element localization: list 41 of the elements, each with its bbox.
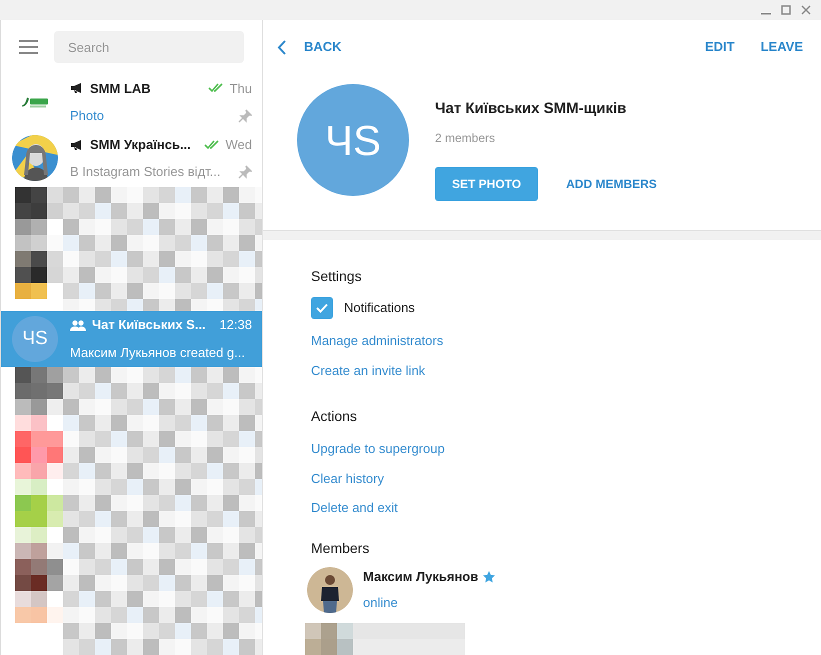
maximize-icon[interactable]: [781, 5, 791, 15]
chat-preview: Максим Лукьянов created g...: [70, 344, 245, 362]
action-link[interactable]: Clear history: [311, 468, 384, 488]
member-count: 2 members: [435, 130, 496, 146]
search-field[interactable]: Search: [54, 31, 244, 63]
chat-time: Thu: [230, 80, 252, 98]
chat-time: Wed: [226, 136, 252, 154]
back-button[interactable]: BACK: [277, 37, 342, 57]
section-title: Settings: [311, 267, 363, 286]
add-members-button[interactable]: ADD MEMBERS: [566, 174, 657, 192]
close-icon[interactable]: [801, 5, 811, 15]
member-status: online: [363, 594, 399, 612]
group-avatar: ЧS: [297, 84, 409, 196]
chat-name: Чат Київських S...: [92, 316, 206, 334]
menu-icon[interactable]: [19, 40, 38, 54]
member-name: Максим Лукьянов: [363, 568, 478, 586]
section-title: Actions: [311, 407, 358, 426]
megaphone-icon: [70, 138, 84, 151]
chat-time: 12:38: [219, 316, 252, 334]
member-avatar: [307, 566, 353, 612]
header-action[interactable]: LEAVE: [756, 37, 807, 57]
action-link[interactable]: Upgrade to supergroup: [311, 439, 445, 458]
group-icon: [70, 320, 86, 331]
megaphone-icon: [70, 82, 84, 94]
avatar: ЧS: [12, 316, 58, 362]
checkbox-label: Notifications: [344, 299, 415, 318]
chat-preview: Photo: [70, 107, 104, 126]
set-photo-button[interactable]: SET PHOTO: [435, 166, 538, 200]
chat-preview: В Instagram Stories відт...: [70, 163, 220, 182]
chat-name: SMM LAB: [90, 80, 151, 98]
chat-name: SMM Українсь...: [90, 136, 191, 154]
notifications-checkbox[interactable]: [311, 297, 333, 319]
section-title: Members: [311, 538, 370, 558]
action-link[interactable]: Delete and exit: [311, 498, 398, 518]
logo-icon: [22, 96, 48, 108]
settings-link[interactable]: Create an invite link: [311, 360, 426, 380]
group-title: Чат Київських SMM-щиків: [435, 99, 628, 119]
settings-link[interactable]: Manage administrators: [311, 331, 444, 350]
header-action[interactable]: EDIT: [700, 37, 739, 57]
chat-item[interactable]: ЧS Чат Київських S... 12:38 Максим Лукьянов created g...: [1, 310, 262, 367]
check-icon: [316, 303, 328, 313]
